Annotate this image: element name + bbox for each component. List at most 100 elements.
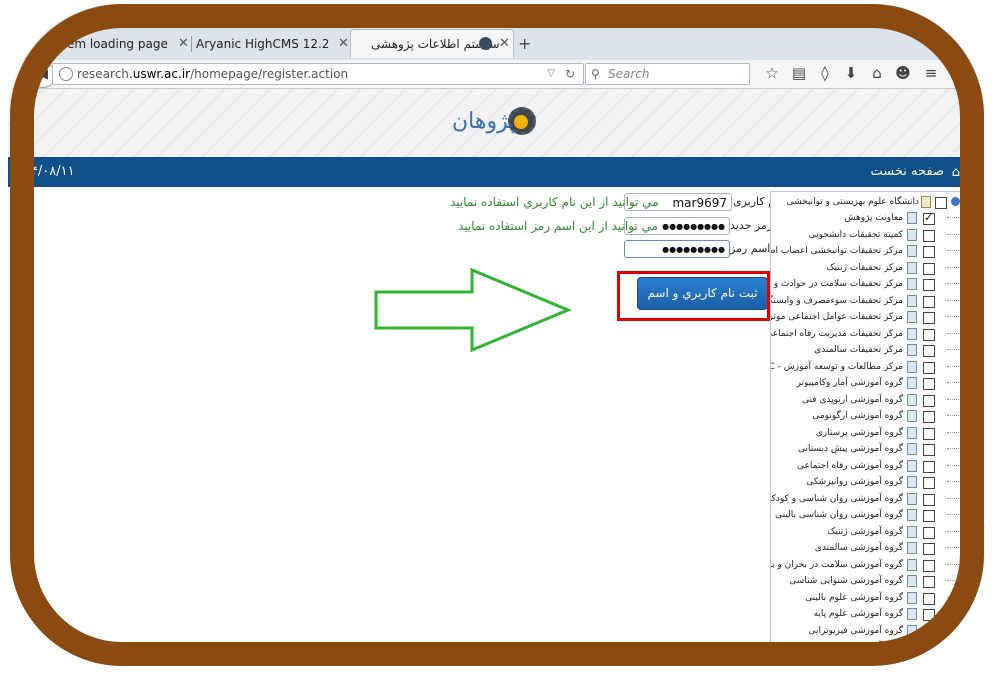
close-icon[interactable]: ✕ xyxy=(499,30,510,58)
tree-checkbox[interactable] xyxy=(923,246,935,258)
tab-aryanic-cms[interactable]: Aryanic HighCMS 12.2 ✕ xyxy=(192,30,349,58)
tree-checkbox[interactable] xyxy=(923,559,935,572)
tree-checkbox[interactable] xyxy=(923,543,935,555)
dropdown-arrow-icon[interactable]: ▽ xyxy=(547,64,555,84)
tree-root[interactable]: دانشگاه علوم بهزیستی و توانبخشی xyxy=(771,194,969,210)
tree-item[interactable]: گروه آموزشی آمار وکامپیوتر xyxy=(771,375,969,391)
tree-item[interactable]: مرکز تحقیقات ژنتیک xyxy=(771,260,969,276)
tree-checkbox[interactable] xyxy=(923,229,935,242)
tree-item[interactable]: مرکز مطالعات و توسعه آموزش - EDC xyxy=(771,359,969,375)
menu-icon[interactable]: ≡ xyxy=(921,63,941,83)
tree-checkbox[interactable] xyxy=(923,444,935,456)
reading-list-icon[interactable]: ▤ xyxy=(789,63,809,83)
tree-connector xyxy=(947,497,961,499)
tree-checkbox[interactable] xyxy=(923,279,935,291)
tree-connector xyxy=(947,349,961,350)
tree-checkbox[interactable] xyxy=(923,345,935,357)
confirm-password-field[interactable]: ●●●●●●●●● xyxy=(624,240,730,258)
highlight-box xyxy=(617,271,770,321)
tree-checkbox[interactable] xyxy=(923,210,935,226)
home-link[interactable]: صفحه نخست xyxy=(871,157,944,187)
tree-checkbox[interactable] xyxy=(923,262,935,275)
tree-item[interactable]: گروه آموزشی ارتوپدی فنی xyxy=(771,392,969,408)
tree-item[interactable]: مرکز تحقیقات سلامت در حوادث و فوریت xyxy=(771,276,969,292)
tree-checkbox[interactable] xyxy=(923,526,935,539)
tree-item[interactable]: مرکز تحقیقات عوامل اجتماعی موثر بر xyxy=(771,309,969,325)
tree-checkbox[interactable] xyxy=(923,609,935,621)
tree-checkbox[interactable] xyxy=(935,197,947,209)
download-icon[interactable]: ⬇ xyxy=(841,63,861,83)
document-icon xyxy=(907,245,917,257)
tree-checkbox[interactable] xyxy=(923,411,935,423)
tab-research-system[interactable]: سیستم اطلاعات پژوهشی ✕ xyxy=(350,29,514,58)
tree-item[interactable]: گروه آموزشی سلامت در بحران و بلایا xyxy=(771,557,969,573)
collapse-icon[interactable] xyxy=(951,197,960,206)
tree-item[interactable]: مرکز تحقیقات سالمندی xyxy=(771,342,969,358)
tree-connector xyxy=(947,299,961,301)
tree-item[interactable]: گروه آموزشی گفتاردرمانی xyxy=(771,656,969,672)
address-bar[interactable]: research.uswr.ac.ir/homepage/register.ac… xyxy=(52,63,584,85)
browser-nav-bar: ◀ research.uswr.ac.ir/homepage/register.… xyxy=(0,60,993,89)
bookmark-star-icon[interactable]: ☆ xyxy=(762,63,782,83)
tree-item-label: گروه آموزشی آمار وکامپیوتر xyxy=(796,378,903,388)
tree-item[interactable]: گروه آموزشی علوم بالینی xyxy=(771,590,969,606)
new-tab-icon[interactable]: + xyxy=(518,30,531,58)
tree-checkbox[interactable] xyxy=(923,328,935,341)
tab-problem-loading[interactable]: roblem loading page ✕ xyxy=(40,30,190,58)
tree-item[interactable]: گروه آموزشی کاردرمانی xyxy=(771,639,969,655)
tree-item-label: کمیته تحقیقات دانشجویی xyxy=(808,229,903,240)
tree-checkbox[interactable] xyxy=(923,642,935,654)
close-icon[interactable]: ✕ xyxy=(338,30,349,58)
document-icon xyxy=(907,476,917,488)
tree-item-label: گروه آموزشی سالمندی xyxy=(814,543,903,553)
tree-item[interactable]: گروه آموزشی سالمندی xyxy=(771,540,969,556)
tree-checkbox[interactable] xyxy=(923,493,935,506)
tree-checkbox[interactable] xyxy=(923,658,935,671)
tree-item[interactable]: گروه آموزشی ژنتیک xyxy=(771,524,969,540)
tree-checkbox[interactable] xyxy=(923,477,935,489)
page-scrollbar-thumb[interactable] xyxy=(971,105,991,527)
tree-item[interactable]: گروه آموزشی ارگونومی xyxy=(771,408,969,424)
tree-item[interactable]: گروه آموزشی رفاه اجتماعی xyxy=(771,458,969,474)
tree-item-label: گروه آموزشی روان شناسی و کودکان xyxy=(770,493,903,504)
search-input[interactable]: ⚲ Search xyxy=(585,63,750,85)
tree-item-label: گروه آموزشی ژنتیک xyxy=(827,526,903,537)
tree-checkbox[interactable] xyxy=(923,394,935,407)
pocket-icon[interactable]: ◊ xyxy=(815,63,835,83)
tree-checkbox[interactable] xyxy=(923,378,935,390)
tree-item[interactable]: مرکز تحقیقات توانبخشی اعصاب اطفال xyxy=(771,243,969,259)
tree-checkbox[interactable] xyxy=(923,460,935,473)
username-hint: مي توانيد از اين نام کاربري استفاده نماي… xyxy=(450,195,659,209)
tree-item[interactable]: گروه آموزشی شنوایی شناسی xyxy=(771,573,969,589)
reload-icon[interactable]: ↻ xyxy=(565,64,575,84)
tree-connector xyxy=(947,547,961,548)
tree-item[interactable]: گروه آموزشی روانپزشکی xyxy=(771,474,969,490)
tree-item[interactable]: گروه آموزشی روان شناسی بالینی xyxy=(771,507,969,523)
home-icon[interactable]: ⌂ xyxy=(867,63,887,83)
tree-item[interactable]: گروه آموزشی روان شناسی و کودکان xyxy=(771,491,969,507)
tree-checkbox[interactable] xyxy=(923,576,935,588)
tree-item[interactable]: گروه آموزشی پیش دبستانی xyxy=(771,441,969,457)
site-logo[interactable]: پژوهان xyxy=(452,105,542,141)
tree-item[interactable]: گروه آموزشی پرستاری xyxy=(771,425,969,441)
tree-checkbox[interactable] xyxy=(923,510,935,522)
tree-checkbox[interactable] xyxy=(923,625,935,638)
document-icon xyxy=(907,525,917,538)
tree-checkbox[interactable] xyxy=(923,361,935,374)
tree-item[interactable]: مرکز تحقیقات مدیریت رفاه اجتماعی xyxy=(771,326,969,342)
close-icon[interactable]: ✕ xyxy=(178,30,189,58)
chat-icon[interactable]: ☻ xyxy=(893,63,913,83)
tree-checkbox[interactable] xyxy=(923,312,935,324)
tree-item[interactable]: مرکز تحقیقات سوءمصرف و وابستگی xyxy=(771,293,969,309)
tree-checkbox[interactable] xyxy=(923,592,935,605)
tree-item[interactable]: معاونت پژوهش xyxy=(771,210,969,226)
tree-checkbox[interactable] xyxy=(923,295,935,308)
tree-item[interactable]: گروه آموزشی علوم پایه xyxy=(771,606,969,622)
tree-item[interactable]: کمیته تحقیقات دانشجویی xyxy=(771,227,969,243)
tree-item-label: مرکز تحقیقات عوامل اجتماعی موثر بر xyxy=(770,312,903,322)
tree-connector xyxy=(947,332,961,334)
home-icon[interactable]: ⌂ xyxy=(952,165,960,180)
tree-connector xyxy=(947,662,961,664)
tree-checkbox[interactable] xyxy=(923,427,935,440)
tree-item[interactable]: گروه آموزشی فیزیوتراپی xyxy=(771,623,969,639)
